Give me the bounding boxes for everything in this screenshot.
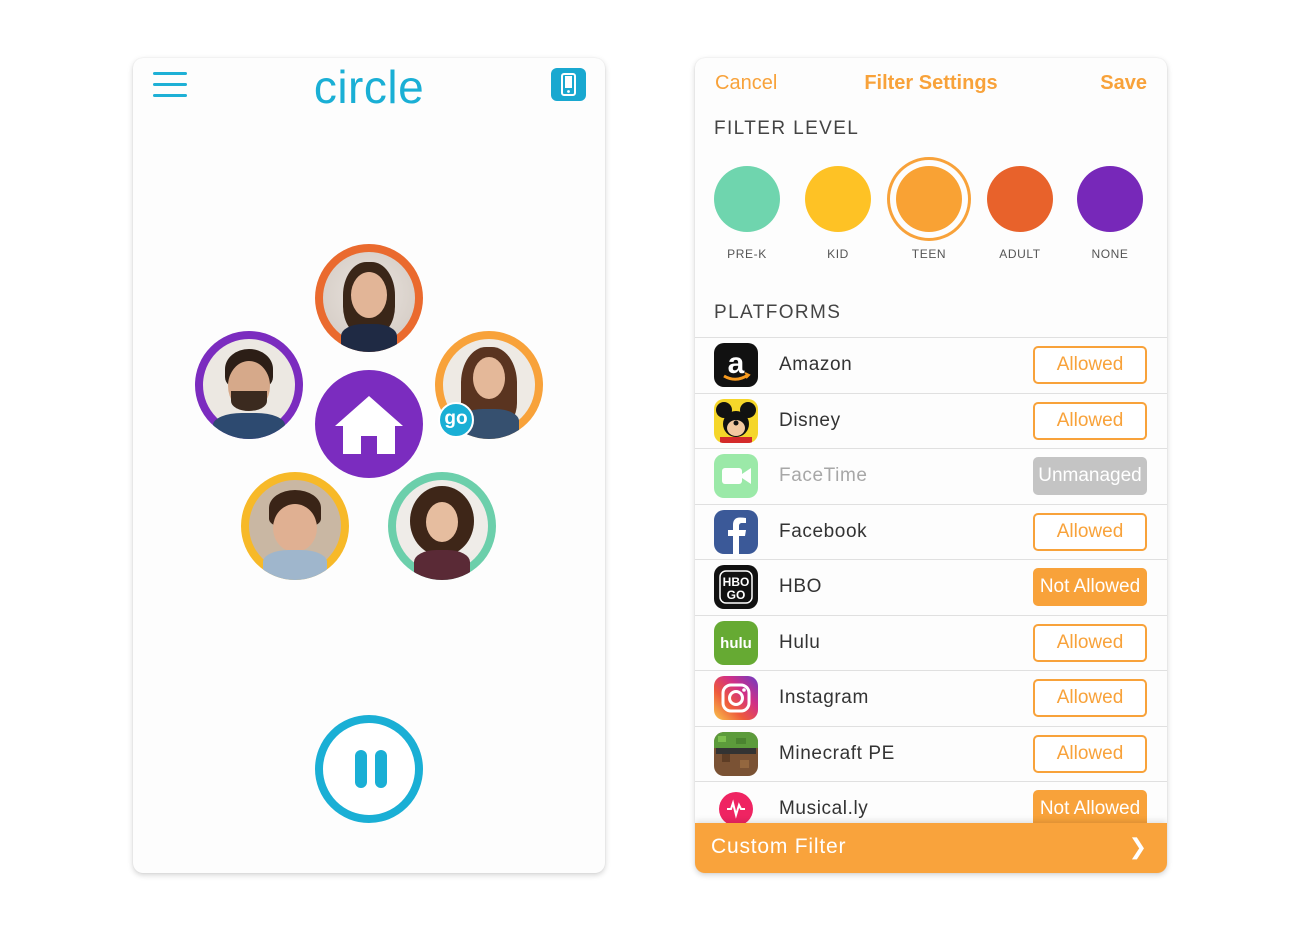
chevron-right-icon: ❯ xyxy=(1128,834,1147,859)
platform-name: Facebook xyxy=(779,520,868,542)
amazon-icon: a xyxy=(714,343,758,387)
platforms-heading: PLATFORMS xyxy=(714,302,842,323)
platform-name: Amazon xyxy=(779,354,853,375)
disney-icon xyxy=(714,398,758,443)
level-label-pre-k: PRE-K xyxy=(727,247,767,261)
filter-level-heading: FILTER LEVEL xyxy=(714,118,860,139)
home-screen: circle go xyxy=(133,58,605,873)
platform-status-button[interactable]: Allowed xyxy=(1033,679,1147,717)
hbo-go-icon: HBO GO xyxy=(714,565,758,609)
instagram-icon xyxy=(714,676,758,720)
svg-text:hulu: hulu xyxy=(720,635,752,652)
platform-row-instagram: Instagram Allowed xyxy=(695,670,1167,726)
svg-text:a: a xyxy=(728,347,745,380)
platform-list: a Amazon Allowed Disney Allowed FaceTime… xyxy=(695,337,1167,837)
go-badge: go xyxy=(438,402,474,438)
svg-text:HBO: HBO xyxy=(723,575,750,589)
platform-name: FaceTime xyxy=(779,465,868,486)
save-button[interactable]: Save xyxy=(1100,72,1147,95)
platform-name: Instagram xyxy=(779,687,869,708)
platform-status-button[interactable]: Unmanaged xyxy=(1033,457,1147,495)
facebook-icon xyxy=(714,509,758,554)
platform-status-button[interactable]: Allowed xyxy=(1033,346,1147,384)
minecraft-icon xyxy=(714,731,758,776)
device-button[interactable] xyxy=(551,68,586,101)
svg-text:GO: GO xyxy=(727,588,746,602)
member-avatar-woman[interactable] xyxy=(315,244,423,352)
phone-icon xyxy=(561,73,576,96)
member-avatar-boy[interactable] xyxy=(241,472,349,580)
platform-name: Minecraft PE xyxy=(779,742,895,764)
circle-logo: circle xyxy=(313,61,425,113)
cancel-button[interactable]: Cancel xyxy=(715,72,777,95)
custom-filter-label: Custom Filter xyxy=(711,835,847,858)
platform-row-amazon: a Amazon Allowed xyxy=(695,337,1167,393)
level-label-teen: TEEN xyxy=(911,247,947,261)
facetime-icon xyxy=(714,454,758,498)
home-button[interactable] xyxy=(315,370,423,478)
level-adult[interactable] xyxy=(987,166,1053,232)
member-avatar-curly-girl[interactable] xyxy=(388,472,496,580)
level-kid[interactable] xyxy=(805,166,871,232)
platform-row-facetime: FaceTime Unmanaged xyxy=(695,448,1167,504)
platform-name: Disney xyxy=(779,409,841,431)
platform-status-button[interactable]: Allowed xyxy=(1033,623,1147,662)
platform-row-hbo: HBO GO HBO Not Allowed xyxy=(695,559,1167,615)
house-icon xyxy=(335,396,403,454)
platform-row-minecraft: Minecraft PE Allowed xyxy=(695,725,1167,782)
member-avatar-man[interactable] xyxy=(195,331,303,439)
level-label-adult: ADULT xyxy=(999,247,1041,261)
level-teen[interactable] xyxy=(887,157,971,241)
platform-row-hulu: hulu Hulu Allowed xyxy=(695,614,1167,671)
filter-settings-screen: Cancel Filter Settings Save FILTER LEVEL… xyxy=(695,58,1167,873)
platform-row-facebook: Facebook Allowed xyxy=(695,503,1167,560)
hulu-icon: hulu xyxy=(714,620,758,665)
platform-status-button[interactable]: Allowed xyxy=(1033,512,1147,551)
level-label-none: NONE xyxy=(1091,247,1129,261)
platform-status-button[interactable]: Allowed xyxy=(1033,734,1147,773)
platform-name: HBO xyxy=(779,576,822,597)
level-none[interactable] xyxy=(1077,166,1143,232)
level-label-kid: KID xyxy=(827,247,849,261)
platform-name: Musical.ly xyxy=(779,798,869,819)
platform-row-disney: Disney Allowed xyxy=(695,392,1167,449)
level-pre-k[interactable] xyxy=(714,166,780,232)
platform-name: Hulu xyxy=(779,631,821,653)
platform-status-button[interactable]: Allowed xyxy=(1033,401,1147,440)
platform-status-button[interactable]: Not Allowed xyxy=(1033,568,1147,606)
pause-button[interactable] xyxy=(315,715,423,823)
custom-filter-button[interactable]: Custom Filter ❯ xyxy=(695,823,1167,873)
